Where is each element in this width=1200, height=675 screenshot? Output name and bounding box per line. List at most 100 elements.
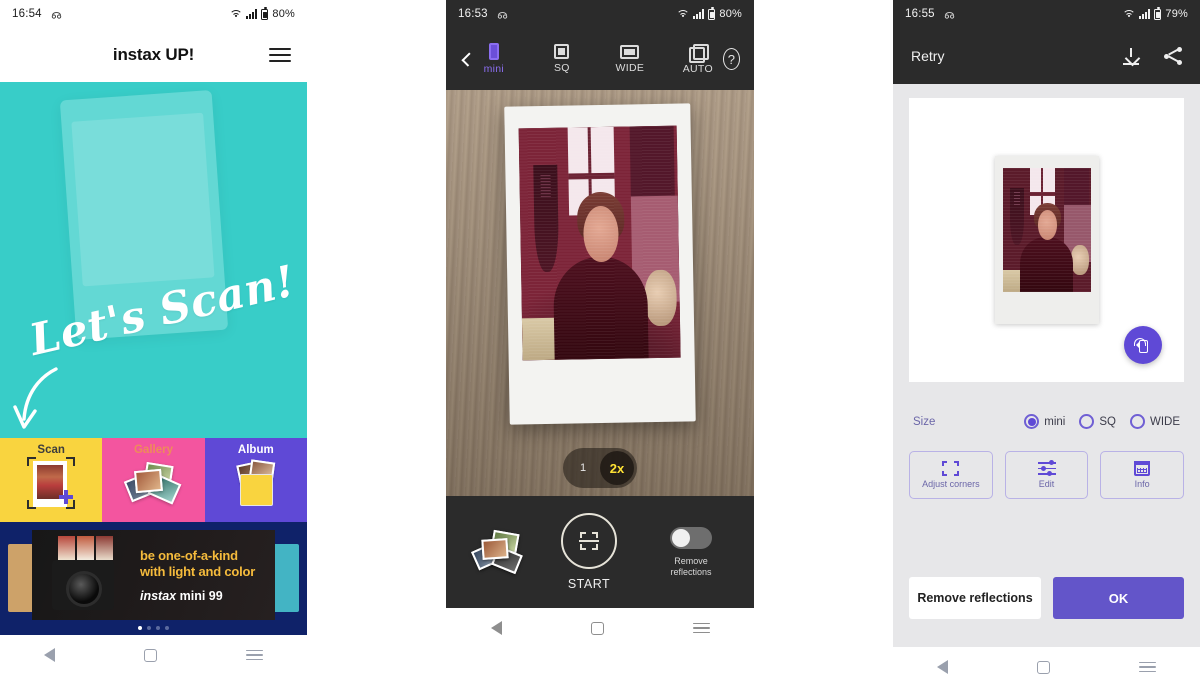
photo-stack-icon[interactable] [471, 529, 523, 575]
edit-label: Edit [1038, 479, 1055, 489]
carousel-dots[interactable] [0, 626, 307, 630]
scan-preview[interactable] [909, 98, 1184, 382]
hamburger-menu-icon[interactable] [269, 48, 291, 62]
rotate-device-icon[interactable] [1124, 326, 1162, 364]
size-mini-label: mini [1044, 415, 1066, 428]
zoom-option-2x[interactable]: 2x [600, 451, 634, 485]
bluetooth-audio-icon [944, 9, 955, 20]
scanned-polaroid [994, 156, 1099, 324]
promo-film-strip [58, 536, 113, 560]
scan-frame-icon[interactable] [561, 513, 617, 569]
square-format-icon [554, 44, 570, 59]
tile-album[interactable]: Album [204, 438, 307, 522]
mode-auto[interactable]: AUTO [677, 43, 719, 75]
signal-icon [246, 9, 258, 19]
mode-sq-label: SQ [553, 62, 570, 74]
radio-mini-icon[interactable] [1024, 414, 1040, 429]
radio-sq-icon[interactable] [1079, 414, 1095, 429]
mode-mini-label: mini [483, 63, 505, 75]
nav-home-icon[interactable] [590, 621, 604, 635]
size-label: Size [913, 415, 936, 428]
mode-mini[interactable]: mini [473, 43, 515, 75]
start-label: START [567, 577, 611, 591]
nav-back-icon[interactable] [490, 621, 502, 635]
download-icon[interactable] [1123, 47, 1140, 65]
zoom-option-1x[interactable]: 1 [566, 451, 600, 485]
size-wide-label: WIDE [1149, 415, 1180, 428]
retry-button[interactable]: Retry [911, 48, 944, 64]
result-appbar: Retry [893, 28, 1200, 84]
photo-stack-icon [123, 460, 183, 510]
bluetooth-audio-icon [497, 9, 508, 20]
status-time: 16:54 [12, 8, 42, 20]
app-bar: instax UP! [0, 28, 307, 82]
page-title: instax UP! [112, 45, 195, 64]
promo-brand-name: instax [140, 589, 177, 603]
size-selector: Size mini SQ WIDE [909, 414, 1184, 429]
signal-icon [1139, 9, 1151, 19]
info-button[interactable]: Info [1100, 451, 1185, 499]
tile-scan[interactable]: Scan [0, 438, 103, 522]
size-option-wide[interactable]: WIDE [1129, 414, 1180, 429]
start-scan-button[interactable]: START [561, 513, 617, 591]
wifi-icon [676, 9, 690, 19]
radio-wide-icon[interactable] [1129, 414, 1145, 429]
tile-album-label: Album [237, 444, 274, 456]
remove-reflections-button[interactable]: Remove reflections [909, 577, 1041, 619]
promo-line-2: with light and color [140, 564, 256, 579]
nav-home-icon[interactable] [1036, 660, 1050, 674]
bluetooth-audio-icon [51, 9, 62, 20]
wide-format-icon [620, 44, 640, 59]
system-navbar [446, 608, 754, 648]
size-option-mini[interactable]: mini [1024, 414, 1065, 429]
mode-wide[interactable]: WIDE [609, 44, 651, 74]
help-circle-icon[interactable]: ? [722, 48, 740, 70]
nav-recents-icon[interactable] [245, 649, 263, 661]
camera-viewfinder[interactable]: 1 2x [446, 90, 754, 496]
wifi-icon [1122, 9, 1136, 19]
tile-scan-label: Scan [37, 444, 65, 456]
toggle-switch[interactable] [670, 526, 712, 549]
nav-home-icon[interactable] [143, 648, 157, 662]
scan-frame-icon [21, 457, 81, 510]
nav-recents-icon[interactable] [1138, 661, 1156, 673]
tile-gallery[interactable]: Gallery [102, 438, 205, 522]
battery-level: 80% [272, 8, 295, 20]
remove-reflections-toggle[interactable]: Remove reflections [656, 526, 726, 578]
sliders-icon [1037, 460, 1056, 477]
status-right-cluster: 80% [676, 7, 742, 20]
edit-button[interactable]: Edit [1004, 451, 1089, 499]
size-options: mini SQ WIDE [1024, 414, 1180, 429]
mode-sq[interactable]: SQ [541, 44, 583, 74]
share-icon[interactable] [1164, 47, 1182, 65]
info-label: Info [1134, 479, 1150, 489]
battery-icon [261, 7, 269, 20]
size-option-sq[interactable]: SQ [1079, 414, 1116, 429]
promo-card[interactable]: be one-of-a-kind with light and color in… [32, 530, 275, 620]
phone-screen-camera: 16:53 80% mini SQ WIDE AUTO ? 1 2x START… [446, 0, 754, 675]
nav-back-icon[interactable] [44, 648, 56, 662]
system-navbar [0, 635, 307, 675]
promo-brand: instax mini 99 [140, 589, 255, 603]
appbar-actions [1123, 47, 1182, 65]
mini-format-icon [488, 43, 499, 60]
nav-back-icon[interactable] [937, 660, 949, 674]
mode-auto-label: AUTO [682, 62, 713, 75]
result-body: Size mini SQ WIDE Adjust corners Edit In… [893, 84, 1200, 647]
battery-icon [708, 7, 716, 20]
system-navbar [893, 647, 1200, 675]
detected-polaroid [504, 103, 696, 425]
cta-row: Remove reflections OK [909, 577, 1184, 619]
nav-recents-icon[interactable] [692, 622, 710, 634]
ok-button[interactable]: OK [1053, 577, 1184, 619]
promo-model: mini 99 [179, 589, 223, 603]
curved-down-arrow-icon [10, 367, 66, 438]
adjust-corners-button[interactable]: Adjust corners [909, 451, 993, 499]
phone-screen-home: 16:54 80% instax UP! Let's Scan! Scan Ga… [0, 0, 307, 675]
promo-text: be one-of-a-kind with light and color in… [140, 548, 255, 603]
status-right-cluster: 80% [229, 7, 295, 20]
zoom-selector[interactable]: 1 2x [563, 448, 637, 488]
promo-carousel[interactable]: be one-of-a-kind with light and color in… [0, 522, 307, 635]
status-bar: 16:55 79% [893, 0, 1200, 28]
signal-icon [693, 9, 705, 19]
